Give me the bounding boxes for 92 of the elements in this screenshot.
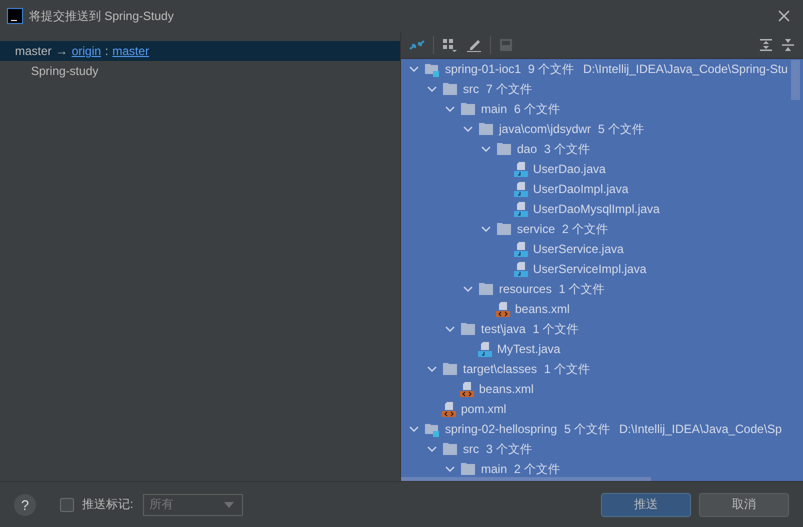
tree-item-name[interactable]: java\com\jdsydwr <box>499 122 592 136</box>
tree-item-name[interactable]: beans.xml <box>479 382 534 396</box>
tree-item-name[interactable]: main <box>481 102 508 116</box>
help-button[interactable]: ? <box>14 494 36 516</box>
tree-item-name[interactable]: MyTest.java <box>497 342 560 356</box>
arrow-text: → <box>56 44 68 58</box>
collapse-arrows-icon[interactable] <box>409 38 425 52</box>
collapse-all-icon[interactable] <box>781 38 795 52</box>
java-file-icon <box>514 181 528 197</box>
file-count: 1 个文件 <box>532 320 579 338</box>
app-logo-icon <box>7 8 23 24</box>
folder-icon <box>460 102 476 116</box>
target-branch-link[interactable]: master <box>112 44 150 58</box>
tree-item-name[interactable]: target\classes <box>463 362 538 376</box>
dropdown-caret-icon <box>224 502 234 508</box>
xml-file-icon <box>460 381 474 397</box>
file-count: 5 个文件 <box>598 120 644 138</box>
file-count: 6 个文件 <box>514 100 560 118</box>
folder-icon <box>460 322 476 336</box>
java-file-icon <box>514 161 528 177</box>
tag-mode-dropdown[interactable]: 所有 <box>143 494 244 516</box>
tree-item-name[interactable]: dao <box>517 142 538 156</box>
scrollbar-thumb[interactable] <box>401 477 651 481</box>
module-folder-icon <box>424 421 440 437</box>
module-path: D:\Intellij_IDEA\Java_Code\Sp <box>619 422 782 436</box>
java-file-icon <box>514 261 528 277</box>
folder-icon <box>478 282 494 296</box>
branch-name: master <box>15 44 52 58</box>
cancel-button[interactable]: 取消 <box>699 492 789 516</box>
tree-item-name[interactable]: service <box>517 222 556 236</box>
tree-item-name[interactable]: pom.xml <box>461 402 506 416</box>
chevron-icon[interactable] <box>481 144 491 154</box>
chevron-icon[interactable] <box>427 84 437 94</box>
chevron-icon[interactable] <box>427 444 437 454</box>
java-file-icon <box>478 341 492 357</box>
tree-item-name[interactable]: spring-02-hellospring <box>445 422 558 436</box>
xml-file-icon <box>442 401 456 417</box>
branch-row[interactable]: master → origin : master <box>0 41 400 61</box>
file-count: 2 个文件 <box>562 220 608 238</box>
tree-item-name[interactable]: beans.xml <box>515 302 570 316</box>
edit-icon[interactable] <box>466 38 482 52</box>
module-path: D:\Intellij_IDEA\Java_Code\Spring-Stu <box>583 62 788 76</box>
xml-file-icon <box>496 301 510 317</box>
tree-item-name[interactable]: src <box>463 82 479 96</box>
tree-item-name[interactable]: spring-01-ioc1 <box>445 62 522 76</box>
chevron-icon[interactable] <box>445 324 455 334</box>
tree-item-name[interactable]: UserDao.java <box>533 162 606 176</box>
tree-item-name[interactable]: main <box>481 462 508 476</box>
separator-text: : <box>105 44 108 58</box>
expand-all-icon[interactable] <box>759 38 773 52</box>
chevron-icon[interactable] <box>409 64 419 74</box>
tree-item-name[interactable]: UserServiceImpl.java <box>533 262 646 276</box>
file-count: 7 个文件 <box>486 80 532 98</box>
tree-item-name[interactable]: UserDaoImpl.java <box>533 182 628 196</box>
tree-item-name[interactable]: UserService.java <box>533 242 624 256</box>
folder-icon <box>442 362 458 376</box>
tree-item-name[interactable]: src <box>463 442 479 456</box>
group-icon[interactable] <box>442 38 458 52</box>
file-count: 9 个文件 <box>528 60 574 78</box>
file-count: 5 个文件 <box>564 420 610 438</box>
window-title: 将提交推送到 Spring-Study <box>29 8 174 24</box>
tree-item-name[interactable]: resources <box>499 282 552 296</box>
folder-icon <box>496 222 512 236</box>
push-button[interactable]: 推送 <box>601 492 691 516</box>
file-count: 3 个文件 <box>486 440 532 458</box>
push-tags-checkbox[interactable] <box>60 498 74 512</box>
chevron-icon[interactable] <box>445 464 455 474</box>
module-folder-icon <box>424 61 440 77</box>
chevron-icon[interactable] <box>427 364 437 374</box>
tree-item-name[interactable]: test\java <box>481 322 526 336</box>
file-count: 1 个文件 <box>558 280 605 298</box>
chevron-icon[interactable] <box>481 224 491 234</box>
chevron-icon[interactable] <box>463 284 473 294</box>
repository-name[interactable]: Spring-study <box>0 61 400 81</box>
file-count: 1 个文件 <box>544 360 590 378</box>
close-icon[interactable] <box>778 10 790 22</box>
chevron-icon[interactable] <box>463 124 473 134</box>
save-icon <box>499 38 513 52</box>
folder-icon <box>478 122 494 136</box>
file-count: 3 个文件 <box>544 140 590 158</box>
folder-icon <box>496 142 512 156</box>
chevron-icon[interactable] <box>445 104 455 114</box>
chevron-icon[interactable] <box>409 424 419 434</box>
java-file-icon <box>514 201 528 217</box>
tree-item-name[interactable]: UserDaoMysqlImpl.java <box>533 202 660 216</box>
java-file-icon <box>514 241 528 257</box>
remote-link[interactable]: origin <box>72 44 102 58</box>
folder-icon <box>442 82 458 96</box>
push-tags-label: 推送标记: <box>82 496 134 513</box>
folder-icon <box>442 442 458 456</box>
scrollbar-thumb[interactable] <box>791 60 800 100</box>
file-count: 2 个文件 <box>514 460 560 478</box>
